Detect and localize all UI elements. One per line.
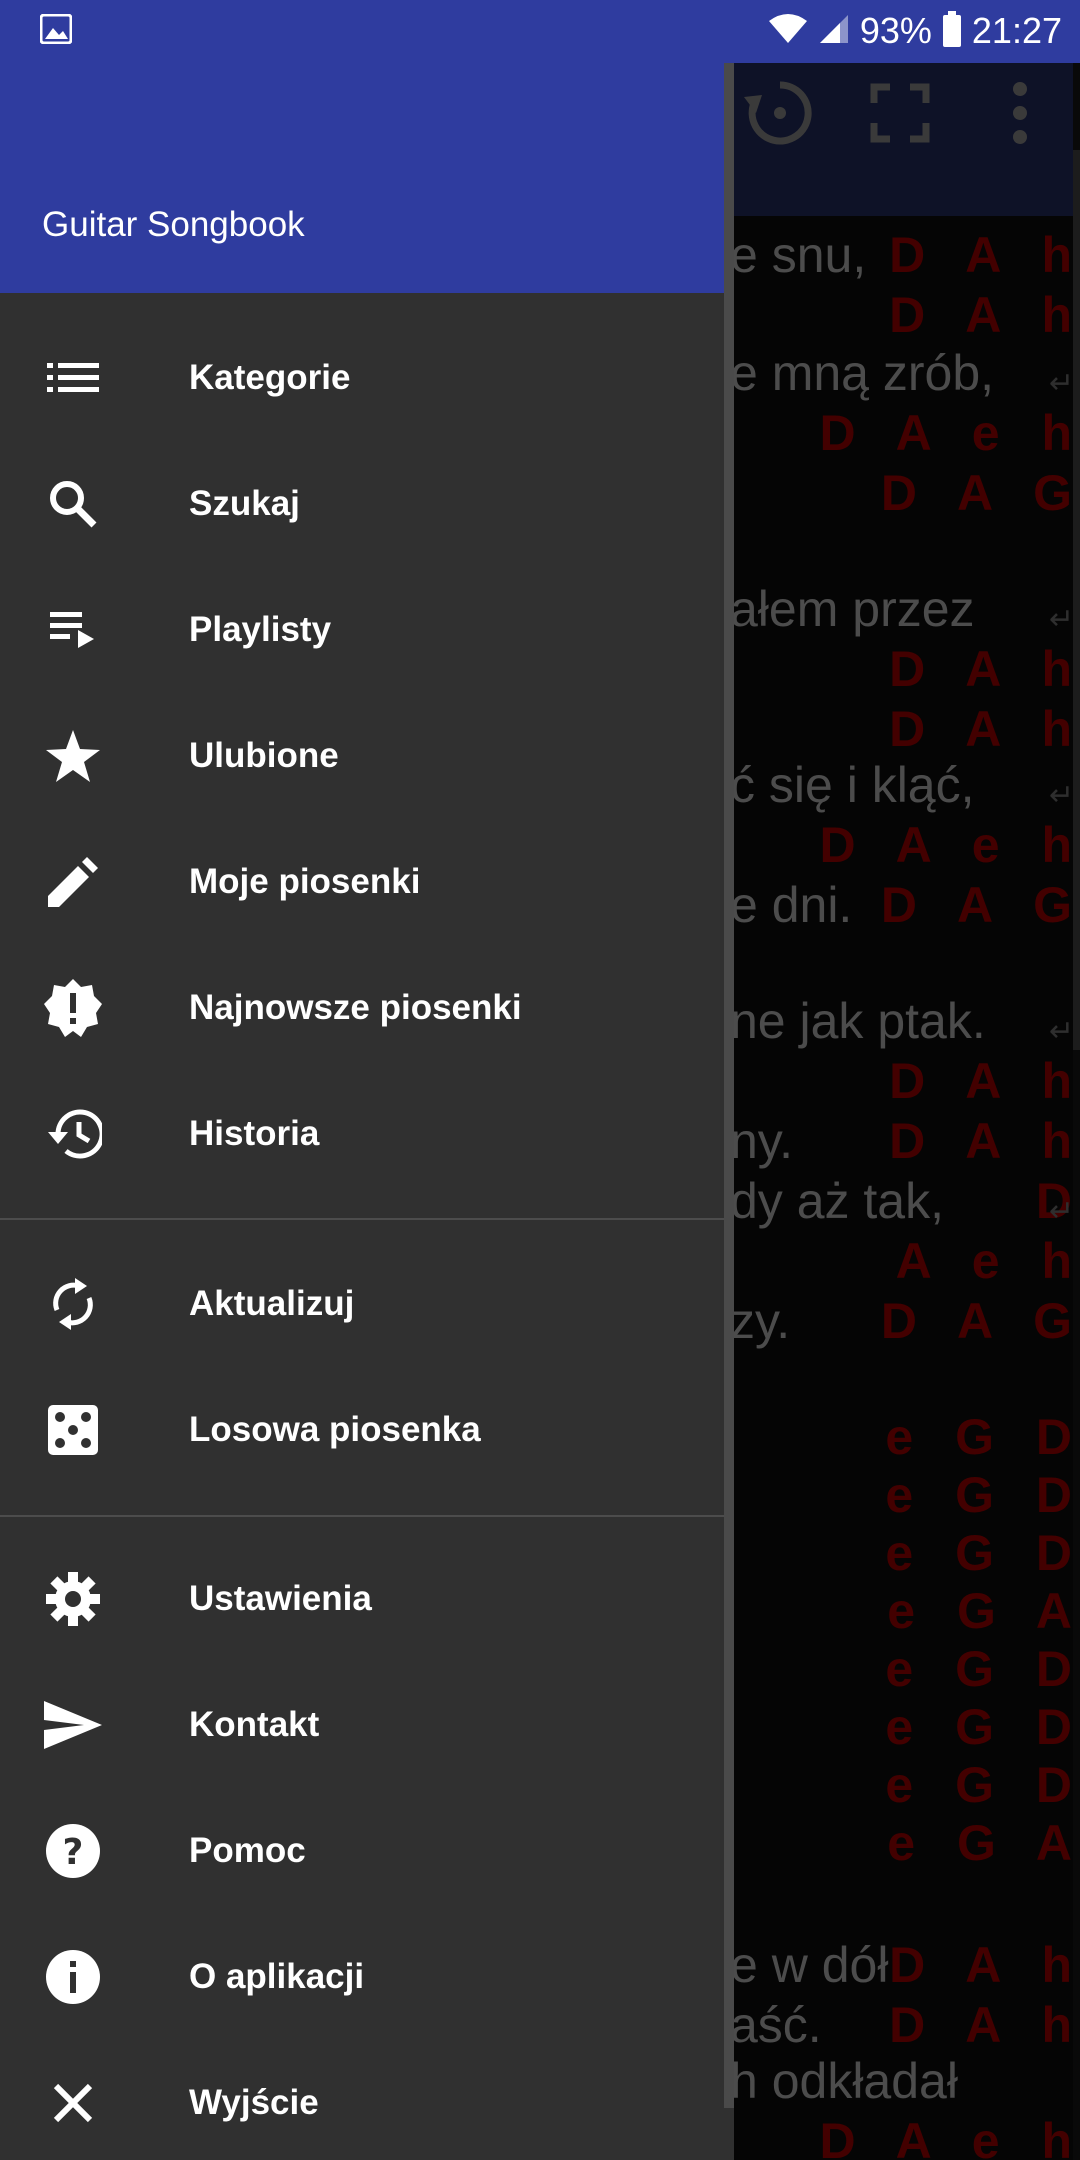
navigation-drawer: Guitar Songbook Kategorie Szukaj Playlis… bbox=[0, 63, 734, 2160]
svg-text:?: ? bbox=[63, 1832, 84, 1873]
menu-label: Wyjście bbox=[189, 2083, 319, 2122]
star-icon bbox=[40, 723, 106, 789]
menu-label: O aplikacji bbox=[189, 1957, 365, 1996]
menu-label: Kategorie bbox=[189, 358, 351, 397]
menu-item-pomoc[interactable]: ? Pomoc bbox=[0, 1788, 720, 1914]
signal-icon bbox=[818, 13, 850, 50]
menu-label: Kontakt bbox=[189, 1705, 320, 1744]
status-bar: 93% 21:27 bbox=[0, 0, 1080, 63]
menu-item-ustawienia[interactable]: Ustawienia bbox=[0, 1536, 720, 1662]
pencil-icon bbox=[40, 849, 106, 915]
menu-label: Szukaj bbox=[189, 484, 300, 523]
menu-item-szukaj[interactable]: Szukaj bbox=[0, 441, 720, 567]
gallery-notification-icon bbox=[39, 13, 73, 49]
clock: 21:27 bbox=[971, 10, 1062, 51]
search-icon bbox=[40, 471, 106, 537]
menu-label: Moje piosenki bbox=[189, 862, 421, 901]
menu-label: Aktualizuj bbox=[189, 1284, 355, 1323]
gear-icon bbox=[40, 1566, 106, 1632]
menu-label: Ustawienia bbox=[189, 1579, 372, 1618]
send-icon bbox=[40, 1692, 106, 1758]
playlist-icon bbox=[40, 597, 106, 663]
menu-item-moje-piosenki[interactable]: Moje piosenki bbox=[0, 819, 720, 945]
menu-label: Historia bbox=[189, 1114, 320, 1153]
history-icon bbox=[40, 1101, 106, 1167]
list-icon bbox=[40, 345, 106, 411]
menu-item-kontakt[interactable]: Kontakt bbox=[0, 1662, 720, 1788]
help-icon: ? bbox=[40, 1818, 106, 1884]
menu-item-aktualizuj[interactable]: Aktualizuj bbox=[0, 1241, 720, 1367]
menu-item-o-aplikacji[interactable]: O aplikacji bbox=[0, 1914, 720, 2040]
app-title: Guitar Songbook bbox=[42, 205, 305, 244]
new-badge-icon bbox=[40, 975, 106, 1041]
menu-item-najnowsze-piosenki[interactable]: Najnowsze piosenki bbox=[0, 945, 720, 1071]
menu-label: Ulubione bbox=[189, 736, 339, 775]
dice-icon bbox=[40, 1397, 106, 1463]
sync-icon bbox=[40, 1271, 106, 1337]
battery-percent: 93% bbox=[859, 10, 932, 51]
menu-item-historia[interactable]: Historia bbox=[0, 1071, 720, 1197]
menu-item-losowa-piosenka[interactable]: Losowa piosenka bbox=[0, 1367, 720, 1493]
menu-item-playlisty[interactable]: Playlisty bbox=[0, 567, 720, 693]
drawer-header: Guitar Songbook bbox=[0, 63, 734, 293]
menu-divider bbox=[0, 1515, 724, 1517]
menu-label: Pomoc bbox=[189, 1831, 306, 1870]
wifi-icon bbox=[768, 13, 808, 50]
menu-item-wyjscie[interactable]: Wyjście bbox=[0, 2040, 720, 2160]
menu-item-kategorie[interactable]: Kategorie bbox=[0, 315, 720, 441]
menu-divider bbox=[0, 1218, 724, 1220]
menu-item-ulubione[interactable]: Ulubione bbox=[0, 693, 720, 819]
close-icon bbox=[40, 2070, 106, 2136]
menu-label: Losowa piosenka bbox=[189, 1410, 481, 1449]
drawer-scrollbar[interactable] bbox=[724, 63, 734, 2108]
info-icon bbox=[40, 1944, 106, 2010]
menu-label: Najnowsze piosenki bbox=[189, 988, 522, 1027]
battery-icon bbox=[942, 10, 962, 52]
menu-label: Playlisty bbox=[189, 610, 332, 649]
